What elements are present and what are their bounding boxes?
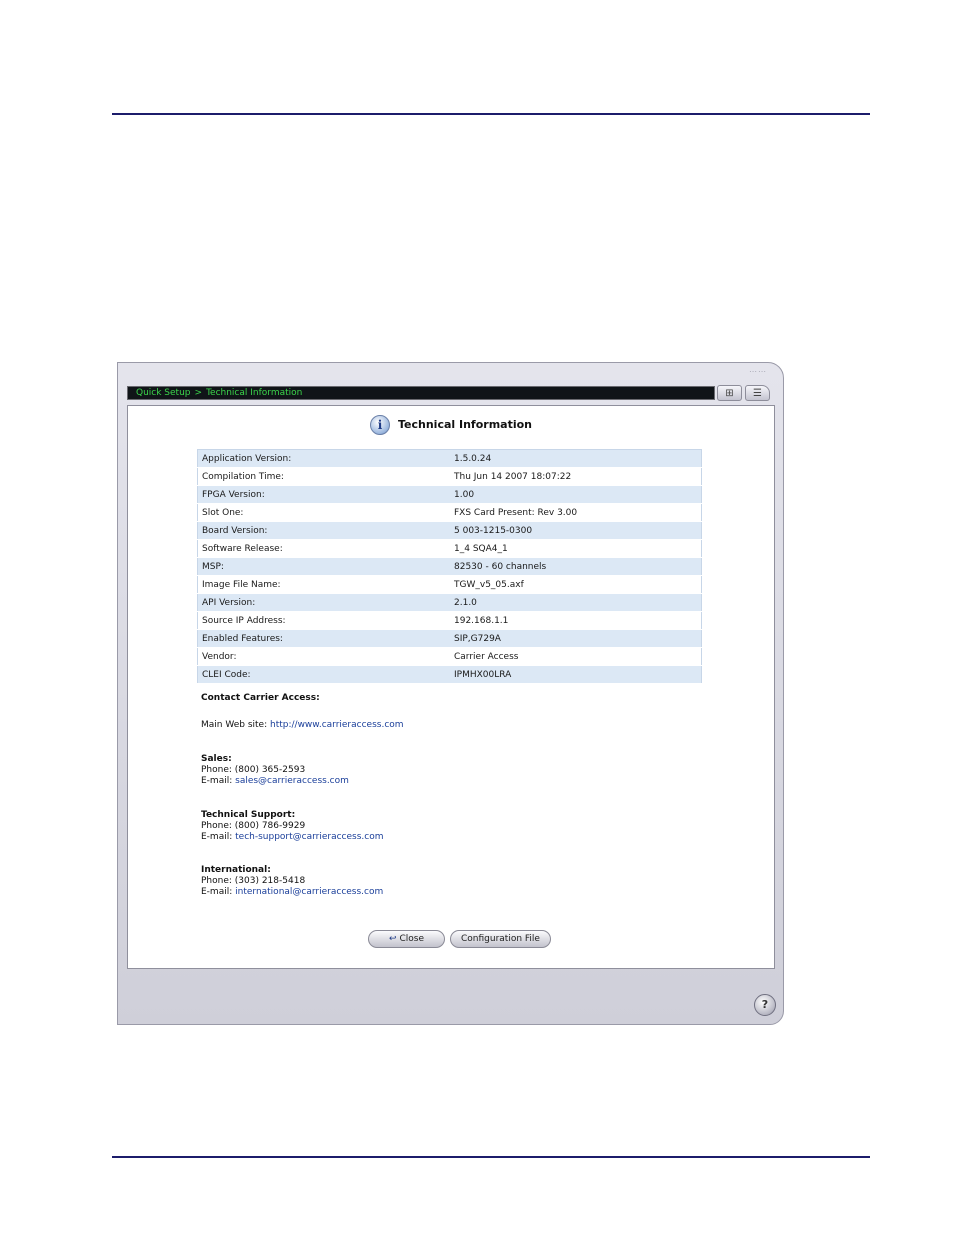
tech-info-label: API Version: [197,593,450,612]
table-row: MSP: 82530 - 60 channels [197,557,702,576]
table-row: Board Version: 5 003-1215-0300 [197,521,702,540]
sales-email-label: E-mail: [201,776,233,786]
international-email-label: E-mail: [201,887,233,897]
network-icon: ⊞ [725,388,734,399]
list-icon: ☰ [753,388,762,399]
tech-info-value: FXS Card Present: Rev 3.00 [450,503,702,522]
tech-info-value: IPMHX00LRA [450,665,702,684]
tech-info-label: MSP: [197,557,450,576]
tech-info-value: TGW_v5_05.axf [450,575,702,594]
tech-info-label: FPGA Version: [197,485,450,504]
support-block: Technical Support: Phone: (800) 786-9929… [201,810,384,843]
website-link[interactable]: http://www.carrieraccess.com [270,720,404,730]
network-view-button[interactable]: ⊞ [717,385,742,401]
info-icon: i [370,415,390,435]
tech-info-label: Software Release: [197,539,450,558]
contact-heading-text: Contact Carrier Access: [201,693,320,703]
table-row: Vendor: Carrier Access [197,647,702,666]
configuration-file-button[interactable]: Configuration File [450,930,551,948]
tech-info-value: 82530 - 60 channels [450,557,702,576]
breadcrumb-separator: > [194,388,203,398]
table-row: Image File Name: TGW_v5_05.axf [197,575,702,594]
international-heading: International: [201,865,271,875]
tech-info-label: CLEI Code: [197,665,450,684]
support-phone: Phone: (800) 786-9929 [201,821,306,831]
support-heading: Technical Support: [201,810,296,820]
website-label: Main Web site: [201,720,268,730]
return-arrow-icon: ↩ [388,934,397,944]
breadcrumb-current: Technical Information [206,388,303,398]
main-panel: i Technical Information Application Versi… [127,405,775,969]
table-row: Compilation Time: Thu Jun 14 2007 18:07:2… [197,467,702,486]
tech-info-value: SIP,G729A [450,629,702,648]
tech-info-label: Board Version: [197,521,450,540]
table-row: Source IP Address: 192.168.1.1 [197,611,702,630]
page-header: i Technical Information [128,415,774,435]
page-title: Technical Information [398,418,532,431]
support-email-label: E-mail: [201,832,233,842]
tech-info-table: Application Version: 1.5.0.24 Compilation … [197,449,702,684]
contact-heading: Contact Carrier Access: [201,693,320,704]
breadcrumb-quick-setup[interactable]: Quick Setup [136,388,191,398]
tech-info-label: Enabled Features: [197,629,450,648]
website-line: Main Web site: http://www.carrieraccess.… [201,720,404,731]
app-window: ⋯⋯ Quick Setup > Technical Information ⊞ ☰… [117,362,784,1025]
tech-info-value: 1_4 SQA4_1 [450,539,702,558]
support-email-link[interactable]: tech-support@carrieraccess.com [235,832,383,842]
tech-info-label: Compilation Time: [197,467,450,486]
footer-rule [112,1156,870,1158]
tech-info-value: 192.168.1.1 [450,611,702,630]
sales-block: Sales: Phone: (800) 365-2593 E-mail: sal… [201,754,349,787]
table-row: Slot One: FXS Card Present: Rev 3.00 [197,503,702,522]
configuration-file-button-label: Configuration File [461,934,540,944]
table-row: Enabled Features: SIP,G729A [197,629,702,648]
tech-info-value: Carrier Access [450,647,702,666]
close-button[interactable]: ↩ Close [368,930,445,948]
tech-info-value: Thu Jun 14 2007 18:07:22 [450,467,702,486]
table-row: CLEI Code: IPMHX00LRA [197,665,702,684]
header-rule [112,113,870,115]
list-view-button[interactable]: ☰ [745,385,770,401]
tech-info-value: 5 003-1215-0300 [450,521,702,540]
table-row: Software Release: 1_4 SQA4_1 [197,539,702,558]
tech-info-value: 1.5.0.24 [450,449,702,468]
tech-info-label: Slot One: [197,503,450,522]
tech-info-label: Application Version: [197,449,450,468]
tech-info-label: Vendor: [197,647,450,666]
international-email-link[interactable]: international@carrieraccess.com [235,887,383,897]
tech-info-value: 1.00 [450,485,702,504]
international-phone: Phone: (303) 218-5418 [201,876,306,886]
sales-heading: Sales: [201,754,232,764]
close-button-label: Close [399,934,425,944]
tech-info-label: Image File Name: [197,575,450,594]
tech-info-value: 2.1.0 [450,593,702,612]
table-row: API Version: 2.1.0 [197,593,702,612]
help-icon[interactable]: ? [754,994,776,1016]
breadcrumb: Quick Setup > Technical Information [127,386,715,400]
resize-grip-icon[interactable]: ⋯⋯ [749,367,767,376]
table-row: Application Version: 1.5.0.24 [197,449,702,468]
sales-phone: Phone: (800) 365-2593 [201,765,306,775]
tech-info-label: Source IP Address: [197,611,450,630]
sales-email-link[interactable]: sales@carrieraccess.com [235,776,349,786]
table-row: FPGA Version: 1.00 [197,485,702,504]
international-block: International: Phone: (303) 218-5418 E-m… [201,865,383,898]
